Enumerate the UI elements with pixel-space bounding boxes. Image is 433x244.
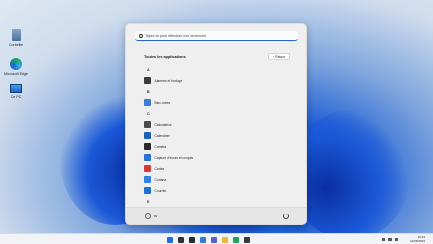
search-icon[interactable]: [178, 236, 184, 243]
desktop-icon-recycle-bin[interactable]: Corbeille: [2, 29, 30, 47]
app-list-item[interactable]: Alarmes et horloge: [144, 75, 294, 86]
file-explorer-icon[interactable]: [222, 236, 228, 243]
user-name: sv: [154, 214, 158, 218]
letter-label: A: [147, 67, 150, 72]
app-list-item[interactable]: Calculatrice: [144, 119, 294, 130]
app-label: Cartes: [154, 166, 165, 171]
app-label: Capture d'écran et croquis: [154, 155, 194, 160]
notepad-icon: [144, 99, 151, 106]
letter-label: B: [147, 89, 150, 94]
edge-icon: [10, 58, 22, 70]
cortana-icon: [144, 176, 151, 183]
start-menu: Toutes les applications ‹ Retour A Alarme…: [125, 23, 307, 225]
search-input[interactable]: [145, 33, 295, 38]
app-list-item[interactable]: Cartes: [144, 163, 294, 174]
volume-icon[interactable]: [394, 237, 398, 241]
desktop-icon-label: Microsoft Edge: [4, 72, 28, 76]
start-icon[interactable]: [167, 236, 173, 243]
app-list-item[interactable]: Caméra: [144, 141, 294, 152]
avatar-icon: [145, 213, 151, 219]
start-search-box[interactable]: [135, 31, 298, 41]
calculator-icon: [144, 121, 151, 128]
letter-header[interactable]: A: [144, 64, 294, 75]
clock-date: 12/05/2023: [409, 239, 425, 243]
maps-icon: [144, 165, 151, 172]
alarm-clock-icon: [144, 77, 151, 84]
taskbar-icons: [167, 236, 250, 243]
app-label: Cortana: [154, 177, 167, 182]
chat-icon[interactable]: [211, 236, 217, 243]
chevron-left-icon: ‹: [272, 54, 274, 59]
network-icon[interactable]: [388, 237, 392, 241]
desktop-icon-edge[interactable]: Microsoft Edge: [2, 58, 30, 76]
letter-label: E: [147, 199, 150, 204]
app-label: Calculatrice: [154, 122, 172, 127]
snip-icon: [144, 154, 151, 161]
power-icon[interactable]: [283, 213, 289, 219]
app-label: Caméra: [154, 144, 167, 149]
app-list-item[interactable]: Calendrier: [144, 130, 294, 141]
app-label: Courrier: [154, 188, 167, 193]
store-icon[interactable]: [244, 236, 250, 243]
camera-icon: [144, 143, 151, 150]
widgets-icon[interactable]: [200, 236, 206, 243]
all-apps-title: Toutes les applications: [144, 55, 186, 59]
taskbar: 19:13 12/05/2023: [0, 233, 433, 244]
app-list-item[interactable]: Bloc-notes: [144, 97, 294, 108]
app-list-item[interactable]: Cortana: [144, 174, 294, 185]
clock[interactable]: 19:13 12/05/2023: [410, 235, 425, 243]
computer-icon: [10, 84, 22, 93]
desktop-icon-label: Corbeille: [8, 43, 24, 47]
edge-icon[interactable]: [233, 236, 239, 243]
search-icon: [139, 33, 143, 38]
app-list: A Alarmes et horloge B Bloc-notes C Calculatr…: [144, 64, 294, 207]
letter-header[interactable]: C: [144, 108, 294, 119]
chevron-up-icon[interactable]: [381, 237, 385, 241]
app-label: Calendrier: [154, 133, 170, 138]
letter-header[interactable]: E: [144, 196, 294, 207]
app-label: Alarmes et horloge: [154, 78, 183, 83]
user-account-button[interactable]: sv: [145, 213, 157, 219]
letter-label: C: [147, 111, 150, 116]
back-button-label: Retour: [275, 54, 285, 59]
app-label: Bloc-notes: [154, 100, 171, 105]
app-list-item[interactable]: Courrier: [144, 185, 294, 196]
system-tray-icons: [381, 237, 398, 241]
back-button[interactable]: ‹ Retour: [267, 53, 290, 60]
calendar-icon: [144, 132, 151, 139]
mail-icon: [144, 187, 151, 194]
app-list-item[interactable]: Capture d'écran et croquis: [144, 152, 294, 163]
desktop-icon-label: Ce PC: [10, 95, 22, 99]
recycle-bin-icon: [11, 29, 21, 41]
desktop-icon-this-pc[interactable]: Ce PC: [2, 84, 30, 99]
task-view-icon[interactable]: [189, 236, 195, 243]
start-footer: sv: [126, 207, 306, 224]
letter-header[interactable]: B: [144, 86, 294, 97]
